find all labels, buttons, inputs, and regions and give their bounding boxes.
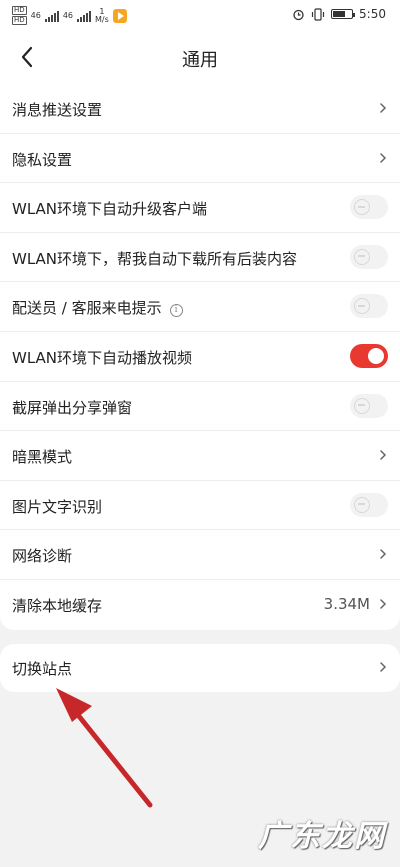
hd-indicator: HD HD bbox=[12, 6, 27, 25]
screenshot-share-row: 截屏弹出分享弹窗 bbox=[0, 382, 400, 432]
toggle-knob bbox=[354, 298, 370, 315]
wlan-autoplay-video-toggle[interactable] bbox=[350, 344, 388, 368]
push-settings-row[interactable]: 消息推送设置 bbox=[0, 84, 400, 134]
settings-list: 消息推送设置 隐私设置 WLAN环境下自动升级客户端 WLAN环境下，帮我自动下… bbox=[0, 84, 400, 630]
status-time: 5:50 bbox=[359, 7, 386, 21]
signal-icon-2 bbox=[77, 10, 92, 22]
toggle-knob bbox=[354, 496, 370, 513]
status-bar: HD HD 46 46 1 M/s 5:50 bbox=[0, 0, 400, 32]
screenshot-share-label: 截屏弹出分享弹窗 bbox=[12, 398, 133, 417]
push-settings-label: 消息推送设置 bbox=[12, 101, 103, 119]
chevron-right-icon bbox=[380, 103, 387, 113]
courier-call-toggle[interactable] bbox=[350, 294, 388, 319]
courier-call-row: 配送员 / 客服来电提示 i bbox=[0, 282, 400, 332]
chevron-right-icon bbox=[380, 599, 387, 609]
wlan-auto-download-row: WLAN环境下，帮我自动下载所有后装内容 bbox=[0, 233, 400, 283]
clear-cache-row[interactable]: 清除本地缓存 3.34M bbox=[0, 580, 400, 630]
network-diagnosis-label: 网络诊断 bbox=[12, 547, 73, 566]
watermark-logo: 广东龙网 bbox=[258, 819, 386, 854]
screenshot-share-toggle[interactable] bbox=[350, 393, 388, 418]
courier-call-label: 配送员 / 客服来电提示 i bbox=[12, 297, 183, 318]
status-bar-right: 5:50 bbox=[292, 7, 386, 21]
courier-call-text: 配送员 / 客服来电提示 bbox=[12, 299, 162, 318]
network-type-1: 46 bbox=[30, 10, 41, 20]
image-text-recognition-label: 图片文字识别 bbox=[12, 497, 103, 516]
hd-bottom-label: HD bbox=[12, 16, 27, 25]
toggle-knob bbox=[354, 397, 370, 414]
wlan-auto-download-label: WLAN环境下，帮我自动下载所有后装内容 bbox=[12, 249, 298, 268]
dark-mode-row[interactable]: 暗黑模式 bbox=[0, 431, 400, 481]
info-icon[interactable]: i bbox=[169, 304, 183, 318]
toggle-knob bbox=[354, 248, 370, 265]
privacy-settings-label: 隐私设置 bbox=[12, 150, 73, 169]
page-title: 通用 bbox=[182, 50, 218, 71]
vibrate-icon bbox=[311, 7, 325, 21]
switch-site-label: 切换站点 bbox=[12, 660, 73, 678]
wlan-auto-upgrade-label: WLAN环境下自动升级客户端 bbox=[12, 200, 208, 219]
network-diagnosis-row[interactable]: 网络诊断 bbox=[0, 530, 400, 580]
image-text-recognition-row: 图片文字识别 bbox=[0, 481, 400, 531]
privacy-settings-row[interactable]: 隐私设置 bbox=[0, 134, 400, 184]
chevron-right-icon bbox=[380, 450, 387, 460]
dark-mode-label: 暗黑模式 bbox=[12, 448, 73, 467]
wlan-auto-download-toggle[interactable] bbox=[350, 244, 388, 269]
chevron-right-icon bbox=[380, 549, 387, 560]
battery-icon bbox=[331, 9, 356, 19]
image-text-recognition-toggle[interactable] bbox=[350, 492, 388, 517]
speed-unit: M/s bbox=[95, 14, 109, 24]
chevron-right-icon bbox=[380, 152, 387, 163]
network-speed: 1 M/s bbox=[95, 7, 109, 24]
video-app-icon bbox=[112, 8, 127, 23]
hd-top-label: HD bbox=[12, 6, 27, 15]
wlan-auto-upgrade-toggle[interactable] bbox=[350, 195, 388, 220]
signal-icon bbox=[44, 10, 59, 22]
switch-site-row[interactable]: 切换站点 bbox=[0, 644, 400, 692]
toggle-knob bbox=[368, 348, 384, 364]
cache-size-value: 3.34M bbox=[323, 595, 370, 613]
clear-cache-label: 清除本地缓存 bbox=[12, 597, 103, 615]
network-type-2: 46 bbox=[62, 10, 74, 20]
status-bar-left: HD HD 46 46 1 M/s bbox=[12, 6, 127, 25]
wlan-autoplay-video-label: WLAN环境下自动播放视频 bbox=[12, 349, 193, 367]
wlan-autoplay-video-row: WLAN环境下自动播放视频 bbox=[0, 332, 400, 382]
wlan-auto-upgrade-row: WLAN环境下自动升级客户端 bbox=[0, 183, 400, 233]
toggle-knob bbox=[354, 199, 370, 216]
chevron-right-icon bbox=[380, 662, 387, 672]
alarm-icon bbox=[293, 9, 304, 20]
header: 通用 bbox=[0, 32, 400, 84]
switch-site-card: 切换站点 bbox=[0, 644, 400, 692]
